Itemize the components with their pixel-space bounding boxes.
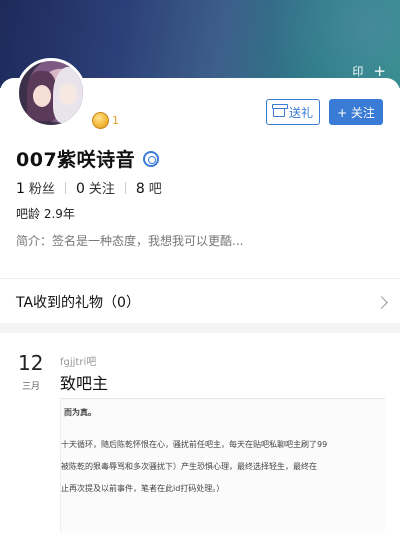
intro-text[interactable]: 简介：签名是一种态度，我想我可以更酷... — [16, 232, 243, 249]
post-day: 12 — [18, 351, 44, 375]
following-label: 关注 — [88, 182, 115, 197]
post-image-text: 而为真。 — [64, 408, 96, 417]
divider — [64, 181, 66, 194]
stat-fans[interactable]: 1 粉丝 — [16, 178, 55, 197]
post-image-text: 被陈乾的狠毒辱骂和多次骚扰下）产生恐惧心理，最终选择轻生，最终在 — [61, 462, 317, 471]
post-image[interactable]: 而为真。 十天循环，随后陈乾怀恨在心，骚扰前任吧主，每天在贴吧私聊吧主刷了99 … — [60, 398, 385, 533]
gift-button[interactable]: 送礼 — [266, 99, 320, 125]
stamp-icon[interactable]: 印 — [352, 63, 363, 79]
bars-count: 8 — [135, 181, 145, 197]
fans-label: 粉丝 — [28, 182, 55, 197]
cover-tools: 印 + — [352, 63, 386, 79]
level-number: 1 — [112, 114, 119, 127]
avatar[interactable] — [16, 58, 86, 128]
post-forum[interactable]: fgjjtri吧 — [60, 353, 96, 368]
gifts-row[interactable]: TA收到的礼物（0） — [16, 292, 388, 312]
divider — [124, 181, 126, 194]
gifts-label: TA收到的礼物（0） — [16, 295, 140, 311]
fans-count: 1 — [16, 181, 25, 197]
gift-icon — [271, 104, 288, 117]
stat-bars[interactable]: 8 吧 — [136, 178, 162, 197]
post-title[interactable]: 致吧主 — [60, 370, 108, 394]
medal-icon — [92, 112, 109, 129]
name-row: 007紫咲诗音 — [16, 145, 160, 172]
section-gap — [0, 323, 400, 333]
section-divider — [0, 278, 400, 279]
gift-button-label: 送礼 — [288, 105, 313, 120]
post-image-text: 十天循环，随后陈乾怀恨在心，骚扰前任吧主，每天在贴吧私聊吧主刷了99 — [61, 440, 328, 449]
bars-label: 吧 — [148, 182, 162, 197]
level-badge[interactable]: 1 — [92, 112, 119, 129]
post-month: 三月 — [22, 382, 41, 392]
follow-button-label: + 关注 — [337, 105, 375, 120]
follow-button[interactable]: + 关注 — [329, 99, 383, 125]
plus-icon[interactable]: + — [373, 64, 386, 79]
chevron-right-icon — [375, 295, 388, 309]
user-stats: 1 粉丝 0 关注 8 吧 — [16, 178, 162, 197]
bar-age: 吧龄 2.9年 — [16, 207, 75, 221]
stat-following[interactable]: 0 关注 — [76, 178, 115, 197]
verified-icon — [143, 150, 160, 167]
following-count: 0 — [75, 181, 85, 197]
post-image-text: 止再次提及以前事件，笔者在此id打码处理。） — [61, 484, 225, 493]
user-name: 007紫咲诗音 — [16, 149, 136, 171]
